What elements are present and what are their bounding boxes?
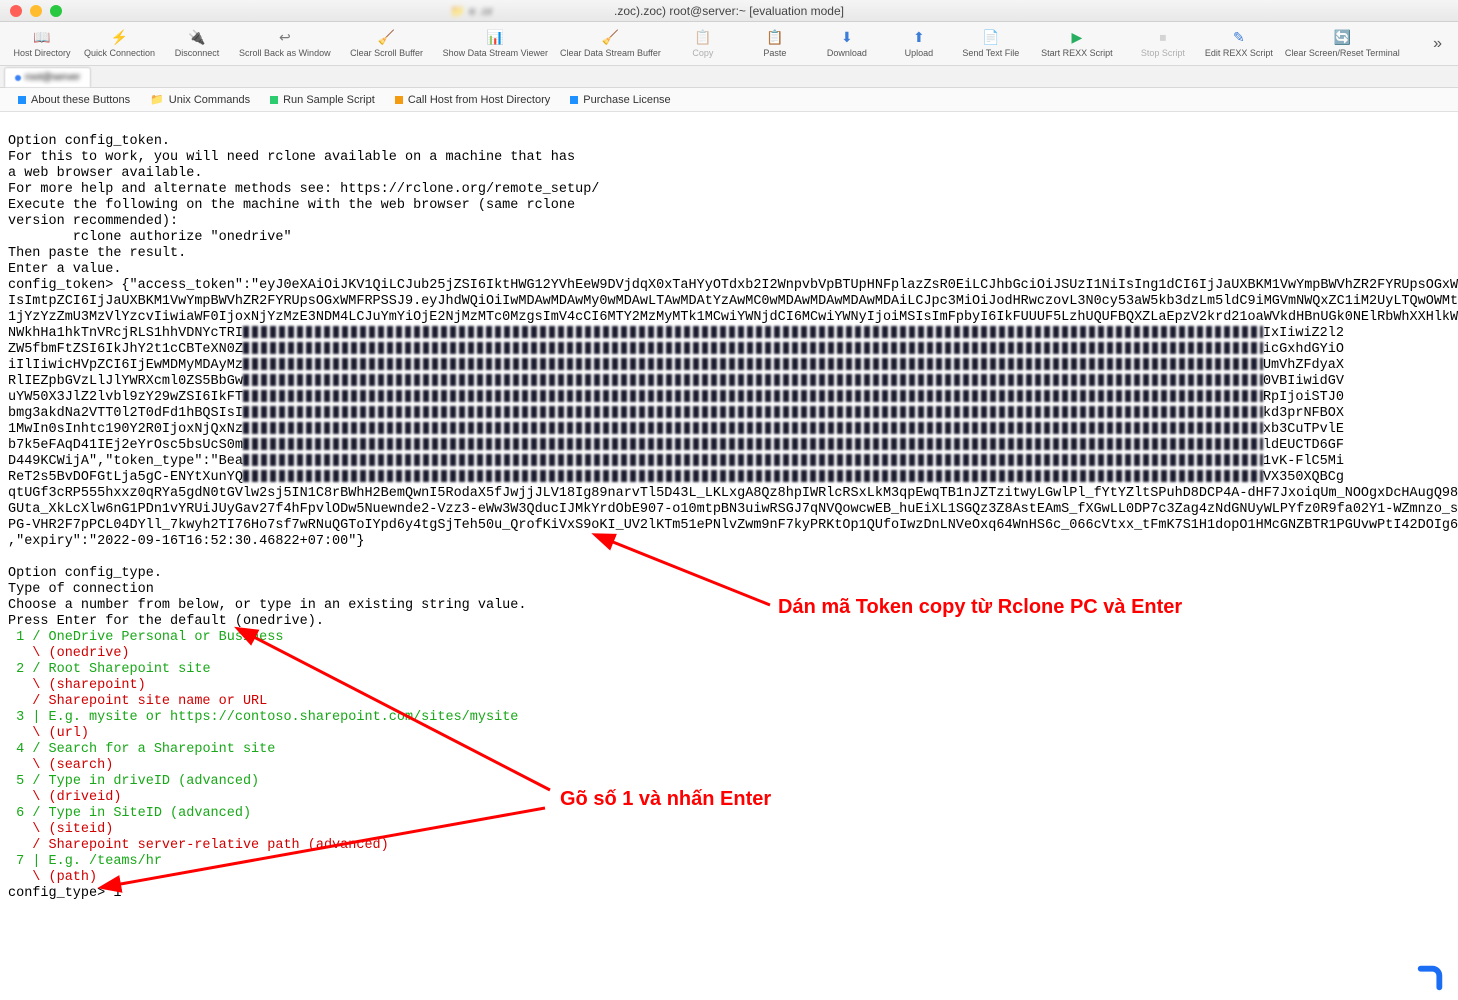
toolbar-upload[interactable]: ⬆ Upload: [883, 23, 955, 65]
toolbar-label: Clear Scroll Buffer: [350, 48, 423, 58]
toolbar-label: Copy: [692, 48, 713, 58]
toolbar-overflow-icon[interactable]: »: [1423, 35, 1452, 53]
stop-script-icon: ⏹: [1153, 30, 1173, 46]
button-bar: About these Buttons 📁Unix Commands Run Sam…: [0, 88, 1458, 112]
quick-connection-icon: ⚡: [110, 30, 130, 46]
toolbar-label: Disconnect: [175, 48, 220, 58]
title-obscured: 📁 e .or: [450, 4, 493, 18]
btnbar-unix-commands[interactable]: 📁Unix Commands: [150, 93, 250, 106]
toolbar-label: Scroll Back as Window: [239, 48, 331, 58]
tab-label: root@server: [25, 72, 80, 83]
toolbar-label: Quick Connection: [84, 48, 155, 58]
toolbar-label: Download: [827, 48, 867, 58]
toolbar-label: Send Text File: [962, 48, 1019, 58]
toolbar-label: Paste: [763, 48, 786, 58]
clear-data-stream-buffer-icon: 🧹: [600, 30, 620, 46]
edit-rexx-script-icon: ✎: [1229, 30, 1249, 46]
toolbar-scroll-back-as-window[interactable]: ↩ Scroll Back as Window: [233, 23, 337, 65]
session-tab[interactable]: root@server: [4, 67, 91, 87]
maximize-icon[interactable]: [50, 5, 62, 17]
toolbar-host-directory[interactable]: 📖 Host Directory: [6, 23, 78, 65]
corner-logo-icon: [1416, 964, 1444, 992]
toolbar-copy: 📋 Copy: [667, 23, 739, 65]
window-titlebar: 📁 e .or .zoc).zoc) root@server:~ [evalua…: [0, 0, 1458, 22]
btnbar-label: Run Sample Script: [283, 94, 375, 106]
toolbar-paste[interactable]: 📋 Paste: [739, 23, 811, 65]
clear-scroll-buffer-icon: 🧹: [377, 30, 397, 46]
show-data-stream-viewer-icon: 📊: [485, 30, 505, 46]
status-dot-icon: [15, 75, 21, 81]
toolbar-quick-connection[interactable]: ⚡ Quick Connection: [78, 23, 161, 65]
btnbar-label: Call Host from Host Directory: [408, 94, 550, 106]
toolbar-label: Upload: [905, 48, 934, 58]
toolbar-stop-script: ⏹ Stop Script: [1127, 23, 1199, 65]
toolbar-label: Clear Screen/Reset Terminal: [1285, 48, 1400, 58]
tab-strip: root@server: [0, 66, 1458, 88]
clear-screen-reset-terminal-icon: 🔄: [1332, 30, 1352, 46]
minimize-icon[interactable]: [30, 5, 42, 17]
close-icon[interactable]: [10, 5, 22, 17]
btnbar-call-host-from-host-directory[interactable]: Call Host from Host Directory: [395, 94, 550, 106]
main-toolbar: 📖 Host Directory ⚡ Quick Connection 🔌 Disconn…: [0, 22, 1458, 66]
start-rexx-script-icon: ▶: [1067, 30, 1087, 46]
copy-icon: 📋: [693, 30, 713, 46]
download-icon: ⬇: [837, 30, 857, 46]
toolbar-label: Edit REXX Script: [1205, 48, 1273, 58]
btnbar-purchase-license[interactable]: Purchase License: [570, 94, 670, 106]
send-text-file-icon: 📄: [981, 30, 1001, 46]
toolbar-clear-scroll-buffer[interactable]: 🧹 Clear Scroll Buffer: [337, 23, 437, 65]
toolbar-clear-screen-reset-terminal[interactable]: 🔄 Clear Screen/Reset Terminal: [1279, 23, 1406, 65]
toolbar-label: Clear Data Stream Buffer: [560, 48, 661, 58]
toolbar-edit-rexx-script[interactable]: ✎ Edit REXX Script: [1199, 23, 1279, 65]
toolbar-start-rexx-script[interactable]: ▶ Start REXX Script: [1027, 23, 1127, 65]
toolbar-disconnect[interactable]: 🔌 Disconnect: [161, 23, 233, 65]
scroll-back-as-window-icon: ↩: [275, 30, 295, 46]
terminal-output[interactable]: Option config_token. For this to work, y…: [0, 112, 1458, 908]
toolbar-label: Show Data Stream Viewer: [443, 48, 548, 58]
toolbar-clear-data-stream-buffer[interactable]: 🧹 Clear Data Stream Buffer: [554, 23, 667, 65]
toolbar-label: Stop Script: [1141, 48, 1185, 58]
btnbar-run-sample-script[interactable]: Run Sample Script: [270, 94, 375, 106]
traffic-lights: [0, 5, 62, 17]
paste-icon: 📋: [765, 30, 785, 46]
toolbar-send-text-file[interactable]: 📄 Send Text File: [955, 23, 1027, 65]
host-directory-icon: 📖: [32, 30, 52, 46]
toolbar-label: Host Directory: [13, 48, 70, 58]
btnbar-label: Purchase License: [583, 94, 670, 106]
disconnect-icon: 🔌: [187, 30, 207, 46]
toolbar-label: Start REXX Script: [1041, 48, 1113, 58]
btnbar-label: About these Buttons: [31, 94, 130, 106]
upload-icon: ⬆: [909, 30, 929, 46]
toolbar-download[interactable]: ⬇ Download: [811, 23, 883, 65]
btnbar-label: Unix Commands: [169, 94, 250, 106]
toolbar-show-data-stream-viewer[interactable]: 📊 Show Data Stream Viewer: [437, 23, 554, 65]
window-title: .zoc).zoc) root@server:~ [evaluation mod…: [614, 4, 844, 18]
btnbar-about-these-buttons[interactable]: About these Buttons: [18, 94, 130, 106]
